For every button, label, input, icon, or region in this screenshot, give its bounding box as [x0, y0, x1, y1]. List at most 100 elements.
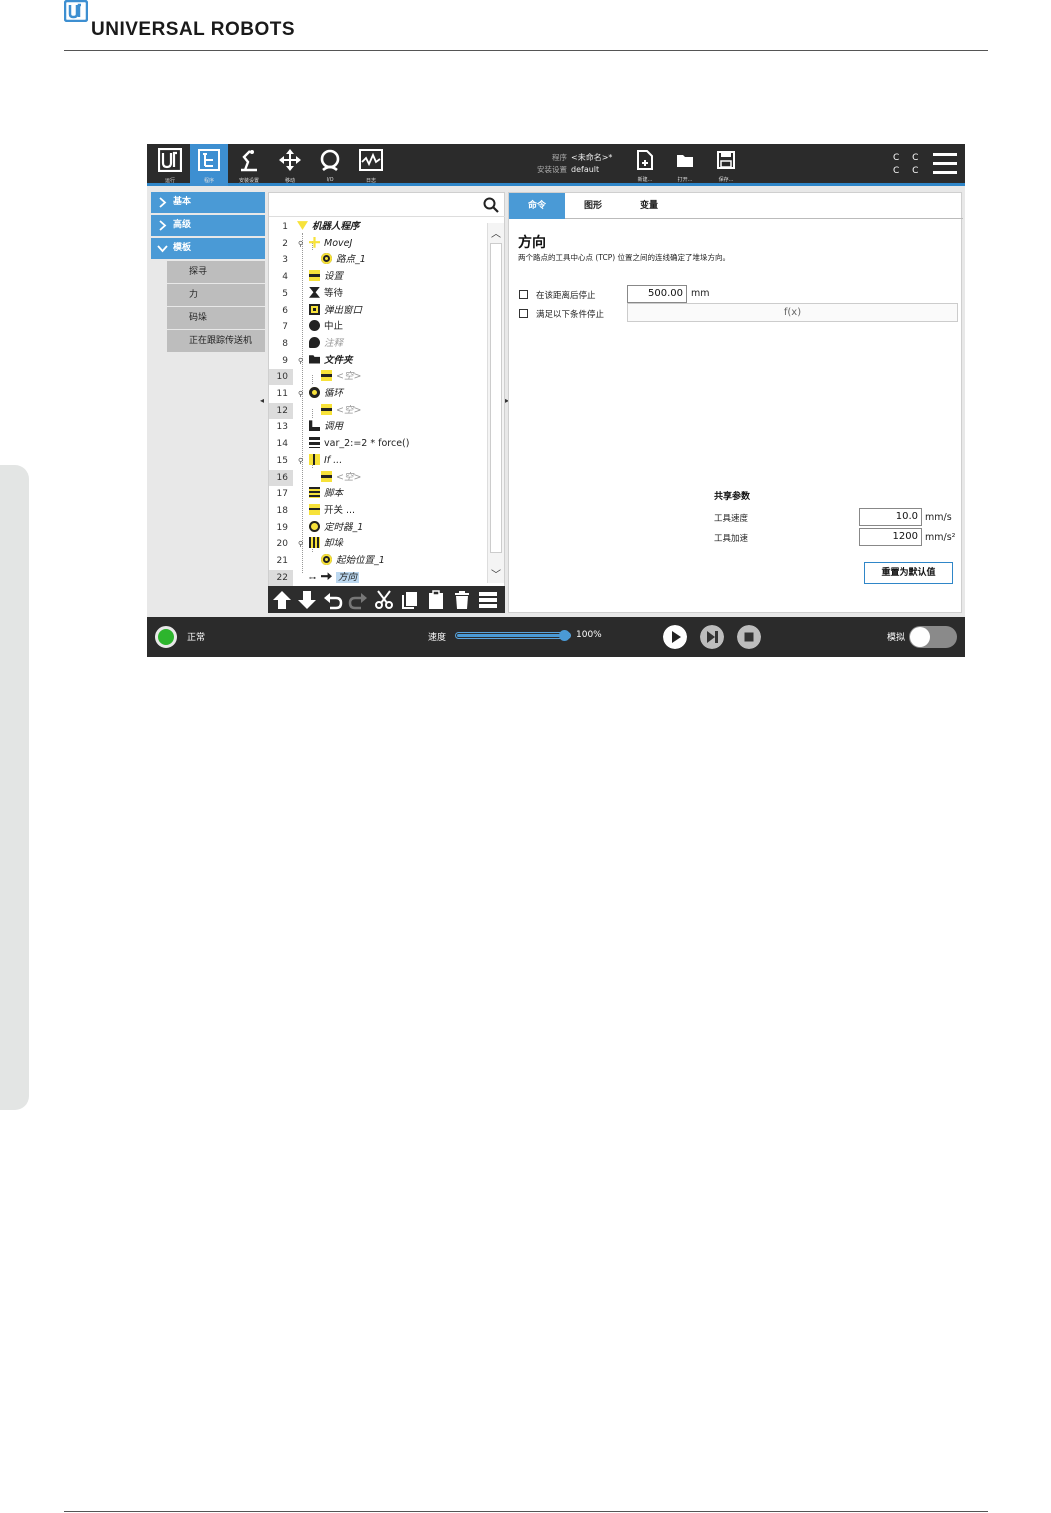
tree-row[interactable]: 13 调用 [269, 419, 487, 436]
nav-installation[interactable]: 安装设置 [230, 144, 268, 186]
tree-row[interactable]: 20 ⚲ 卸垛 [269, 536, 487, 553]
tab-variables[interactable]: 变量 [621, 193, 677, 219]
stop-distance-checkbox[interactable] [519, 290, 528, 299]
tool-accel-field[interactable]: 1200 [859, 528, 922, 546]
stop-condition-expression[interactable]: f(x) [627, 303, 958, 322]
stop-icon[interactable] [737, 625, 761, 649]
expand-toggle-icon[interactable]: ⚲ [298, 240, 303, 248]
simulation-label: 模拟 [887, 633, 906, 643]
speed-slider[interactable] [455, 630, 571, 641]
command-panel: 命令 图形 变量 方向 两个路点的工具中心点 (TCP) 位置之间的连线确定了堆… [508, 192, 963, 613]
command-tabs: 命令 图形 变量 [509, 193, 963, 219]
tree-row[interactable]: 3 路点_1 [269, 252, 487, 269]
play-icon[interactable] [663, 625, 687, 649]
switch-icon [309, 503, 320, 515]
tool-speed-field[interactable]: 10.0 [859, 508, 922, 526]
collapse-left-arrow[interactable]: ◂ [260, 396, 264, 405]
tree-row[interactable]: 18 开关 ... [269, 503, 487, 520]
paste-icon[interactable] [426, 590, 446, 610]
footer-rule [64, 1511, 988, 1512]
nav-log[interactable]: 日志 [352, 144, 390, 186]
stop-distance-unit: mm [691, 288, 710, 299]
tree-row[interactable]: 14 var_2:=2 * force() [269, 436, 487, 453]
tree-row[interactable]: 9 ⚲ 文件夹 [269, 353, 487, 370]
tree-row[interactable]: 16 <空> [269, 469, 487, 487]
tree-row[interactable]: 11 ⚲ 循环 [269, 386, 487, 403]
move-down-icon[interactable] [297, 590, 317, 610]
program-label: 程序 [552, 153, 567, 162]
empty-icon [321, 403, 332, 415]
tree-row-selected[interactable]: 22 ⊶ 方向 [269, 569, 487, 587]
tree-row[interactable]: 19 定时器_1 [269, 520, 487, 537]
move-up-icon[interactable] [272, 590, 292, 610]
waypoint-icon [321, 253, 332, 265]
reset-defaults-button[interactable]: 重置为默认值 [864, 562, 953, 584]
search-input[interactable] [271, 195, 471, 215]
tree-row[interactable]: 4 设置 [269, 269, 487, 286]
stop-distance-field[interactable]: 500.00 [627, 285, 687, 303]
category-basic[interactable]: 基本 [151, 192, 265, 213]
depallet-icon [309, 537, 320, 549]
expand-toggle-icon[interactable]: ⚲ [298, 390, 303, 398]
tree-row[interactable]: 5 等待 [269, 286, 487, 303]
cut-icon[interactable] [374, 590, 394, 610]
nav-program[interactable]: 程序 [190, 144, 228, 186]
category-advanced[interactable]: 高级 [151, 215, 265, 236]
stop-condition-label: 满足以下条件停止 [536, 310, 605, 320]
nav-move[interactable]: 移动 [271, 144, 309, 186]
loop-icon [309, 387, 320, 398]
tab-command[interactable]: 命令 [509, 193, 565, 219]
nav-io[interactable]: I/O [311, 144, 349, 186]
delete-icon[interactable] [452, 590, 472, 610]
template-item-force[interactable]: 力 [167, 284, 265, 306]
new-button[interactable]: 新建... [632, 148, 658, 184]
cc-indicator: C CC C [893, 153, 924, 176]
scroll-down-icon[interactable]: ﹀ [491, 566, 501, 581]
tree-row[interactable]: 8 注释 [269, 336, 487, 353]
undo-icon[interactable] [323, 590, 343, 610]
save-button[interactable]: 保存... [713, 148, 739, 184]
ur-logo-icon [64, 0, 88, 22]
category-templates[interactable]: 模板 [151, 238, 265, 259]
tree-row[interactable]: 12 <空> [269, 402, 487, 420]
move-icon [279, 149, 301, 171]
stop-condition-checkbox[interactable] [519, 309, 528, 318]
expand-toggle-icon[interactable]: ⚲ [298, 457, 303, 465]
tree-row[interactable]: 21 起始位置_1 [269, 553, 487, 570]
tree-row[interactable]: 15 ⚲ If ... [269, 453, 487, 470]
status-indicator-icon[interactable] [155, 626, 177, 648]
simulation-toggle[interactable] [909, 626, 957, 648]
speed-slider-fill [457, 634, 567, 637]
tree-row[interactable]: 10 <空> [269, 369, 487, 386]
installation-icon [241, 150, 257, 172]
open-button[interactable]: 打开... [672, 148, 698, 184]
scroll-thumb[interactable] [490, 243, 502, 553]
suppress-icon[interactable] [478, 590, 498, 610]
tree-toolbar [268, 586, 505, 613]
copy-icon[interactable] [400, 590, 420, 610]
redo-icon[interactable] [348, 590, 368, 610]
tree-row[interactable]: 1 机器人程序 [269, 219, 487, 236]
expand-toggle-icon[interactable]: ⚲ [298, 540, 303, 548]
template-item-search[interactable]: 探寻 [167, 261, 265, 283]
search-icon[interactable] [483, 197, 499, 213]
down-arrow-icon [297, 221, 308, 230]
tree-scrollbar[interactable]: ︿ ﹀ [487, 223, 504, 583]
template-item-pallet[interactable]: 码垛 [167, 307, 265, 329]
io-icon [320, 149, 340, 172]
program-info-values: <未命名>* default [571, 152, 612, 176]
tree-row[interactable]: 17 脚本 [269, 486, 487, 503]
tree-row[interactable]: 6 弹出窗口 [269, 303, 487, 320]
tree-row[interactable]: 2 ⚲ MoveJ [269, 236, 487, 253]
scroll-up-icon[interactable]: ︿ [491, 225, 501, 240]
expand-toggle-icon[interactable]: ⚲ [298, 357, 303, 365]
chevron-right-icon [159, 197, 167, 208]
speed-slider-handle[interactable] [559, 630, 570, 641]
nav-run[interactable]: 运行 [151, 144, 189, 186]
assignment-icon [309, 437, 320, 449]
tab-graphics[interactable]: 图形 [565, 193, 621, 219]
menu-icon[interactable] [933, 153, 957, 175]
step-icon[interactable] [700, 625, 724, 649]
template-item-conveyor-tracking[interactable]: 正在跟踪传送机 [167, 330, 265, 352]
tree-row[interactable]: 7 中止 [269, 319, 487, 336]
